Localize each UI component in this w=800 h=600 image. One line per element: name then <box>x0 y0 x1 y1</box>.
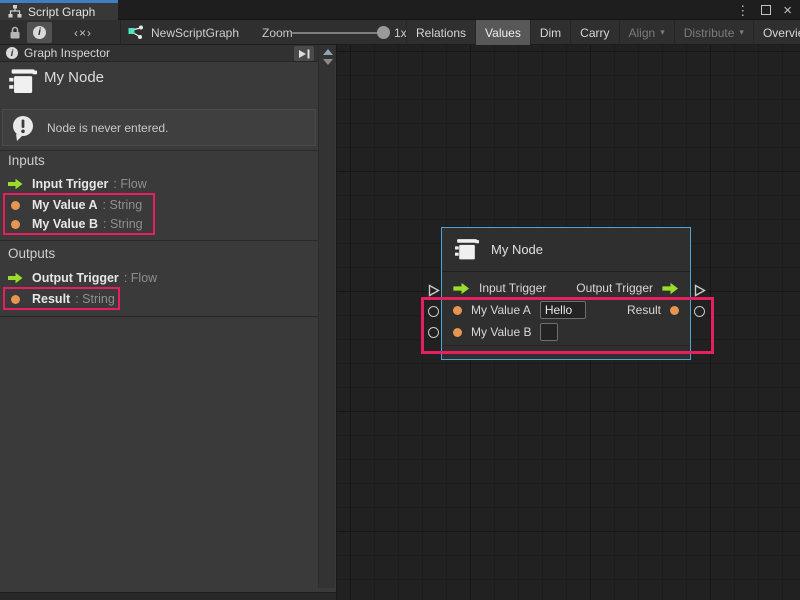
node-title: My Node <box>491 242 543 257</box>
graph-canvas[interactable]: My Node Input Trigger Output Trigger <box>337 45 800 600</box>
node-icon <box>454 238 479 261</box>
zoom-value: 1x <box>394 20 407 45</box>
panel-bottom-bar <box>0 592 336 600</box>
flow-port-icon <box>8 178 23 190</box>
button-label: Values <box>485 26 521 40</box>
inspector-port-row: Input Trigger : Flow <box>8 174 147 194</box>
inspector-title: Graph Inspector <box>24 46 110 60</box>
type-label: Flow <box>120 177 146 191</box>
collapse-panel-icon <box>297 48 311 60</box>
section-divider <box>0 316 318 317</box>
inspector-info-icon: i <box>6 47 18 59</box>
chevron-down-icon: ▾ <box>660 27 665 38</box>
zoom-label: Zoom <box>262 20 293 45</box>
lock-icon <box>9 26 21 39</box>
node-flow-row: Input Trigger Output Trigger <box>442 277 690 299</box>
warning-box: Node is never entered. <box>2 109 316 146</box>
close-icon[interactable]: × <box>783 3 792 18</box>
code-view-button[interactable]: ‹×› <box>66 22 100 43</box>
graph-asset-name: NewScriptGraph <box>151 26 239 40</box>
window-menu-icon[interactable]: ⋮ <box>736 4 749 17</box>
tab-strip: Script Graph ⋮ × <box>0 0 800 20</box>
toolbar-separator <box>120 20 121 45</box>
node-header[interactable]: My Node <box>442 228 690 272</box>
script-graph-icon <box>8 5 22 18</box>
port-type: : Flow <box>113 177 146 191</box>
toolbar-button-group: Relations Values Dim Carry Align ▾ Distr… <box>406 20 800 45</box>
colon: : <box>124 271 127 285</box>
button-label: Overview <box>763 26 800 40</box>
button-label: Carry <box>580 26 609 40</box>
zoom-slider-track[interactable] <box>292 32 384 34</box>
output-trigger-port-icon[interactable] <box>662 282 679 295</box>
external-output-flow-port[interactable] <box>694 284 706 297</box>
tab-title: Script Graph <box>28 5 95 19</box>
inspector-scrollbar[interactable] <box>318 45 335 588</box>
align-dropdown[interactable]: Align ▾ <box>619 20 674 45</box>
lock-button[interactable] <box>4 22 26 43</box>
button-label: Relations <box>416 26 466 40</box>
carry-button[interactable]: Carry <box>570 20 618 45</box>
colon: : <box>113 177 116 191</box>
chevron-down-icon: ▾ <box>739 27 744 38</box>
type-label: Flow <box>131 271 157 285</box>
scroll-up-icon[interactable] <box>323 49 333 55</box>
distribute-dropdown[interactable]: Distribute ▾ <box>674 20 753 45</box>
external-input-flow-port[interactable] <box>428 284 440 297</box>
dim-button[interactable]: Dim <box>530 20 570 45</box>
output-trigger-label: Output Trigger <box>576 281 653 295</box>
graph-asset-icon <box>128 25 144 40</box>
graph-asset-breadcrumb[interactable]: NewScriptGraph <box>128 20 239 45</box>
graph-toolbar: i ‹×› NewScriptGraph Zoom 1x Relations V… <box>0 20 800 45</box>
section-divider <box>0 150 318 151</box>
port-type: : Flow <box>124 271 157 285</box>
maximize-icon[interactable] <box>761 5 771 15</box>
window-controls: ⋮ × <box>736 0 800 20</box>
button-label: Dim <box>540 26 561 40</box>
port-name: Output Trigger <box>32 271 119 285</box>
flow-port-icon <box>8 272 23 284</box>
code-icon: ‹×› <box>74 26 92 40</box>
tab-script-graph[interactable]: Script Graph <box>0 0 118 20</box>
zoom-slider-knob[interactable] <box>377 26 390 39</box>
info-icon: i <box>33 26 46 39</box>
overview-button[interactable]: Overview <box>753 20 800 45</box>
port-name: Input Trigger <box>32 177 108 191</box>
highlight-box-node-values <box>421 297 714 354</box>
input-trigger-port-icon[interactable] <box>453 282 470 295</box>
highlight-box-result <box>3 287 120 310</box>
relations-button[interactable]: Relations <box>406 20 475 45</box>
highlight-box-inputs <box>3 193 155 235</box>
input-trigger-label: Input Trigger <box>479 281 546 295</box>
graph-inspector-panel: i Graph Inspector My Node <box>0 45 337 600</box>
button-label: Align <box>629 26 656 40</box>
values-button[interactable]: Values <box>475 20 530 45</box>
button-label: Distribute <box>684 26 735 40</box>
outputs-heading: Outputs <box>8 246 55 261</box>
inspector-header: i Graph Inspector <box>0 45 336 62</box>
node-icon <box>8 68 37 98</box>
inspector-port-row: Output Trigger : Flow <box>8 268 157 288</box>
info-toggle-button[interactable]: i <box>27 22 52 43</box>
inspector-node-title: My Node <box>44 69 104 86</box>
script-graph-window: Script Graph ⋮ × i ‹×› <box>0 0 800 600</box>
warning-bubble-icon <box>11 114 37 141</box>
scroll-down-icon[interactable] <box>323 59 333 65</box>
collapse-panel-button[interactable] <box>294 46 314 61</box>
inputs-heading: Inputs <box>8 153 45 168</box>
section-divider <box>0 240 318 241</box>
warning-text: Node is never entered. <box>47 121 168 135</box>
